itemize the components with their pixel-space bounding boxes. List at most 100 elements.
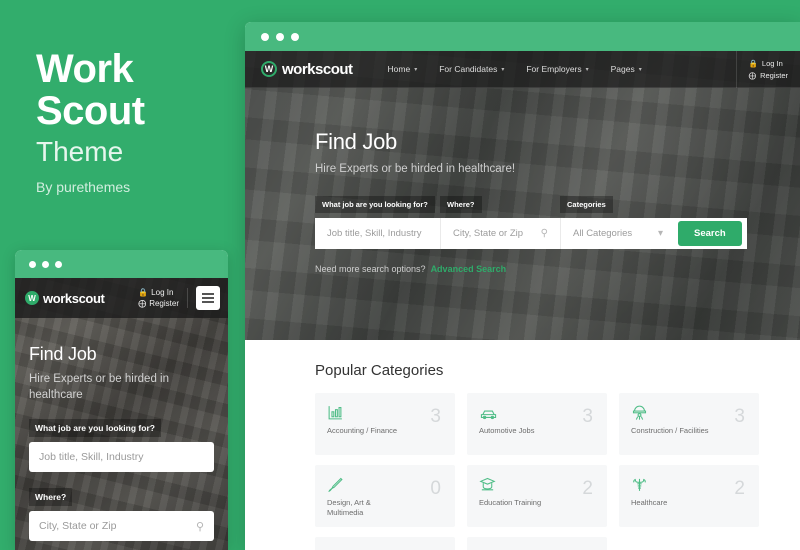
mobile-keyword-input[interactable]: Job title, Skill, Industry: [29, 442, 214, 472]
map-pin-icon[interactable]: ⚲: [541, 228, 548, 239]
advanced-search-row: Need more search options? Advanced Searc…: [245, 249, 800, 274]
mobile-location-placeholder: City, State or Zip: [39, 520, 117, 532]
promo-title-line-2: Scout: [36, 89, 145, 133]
category-card[interactable]: Automotive Jobs 3: [467, 393, 607, 455]
car-icon: [479, 404, 595, 421]
category-card[interactable]: Construction / Facilities 3: [619, 393, 759, 455]
mobile-menu-hamburger-icon[interactable]: [196, 286, 220, 310]
category-name: Healthcare: [631, 498, 668, 507]
category-count: 2: [734, 478, 745, 499]
keyword-input[interactable]: Job title, Skill, Industry: [315, 218, 440, 249]
category-card[interactable]: Restaurant / Food 2: [315, 537, 455, 550]
promo-subtitle: Theme: [36, 136, 124, 167]
lock-icon: 🔒: [138, 288, 149, 297]
keyword-field-label: What job are you looking for?: [315, 196, 435, 213]
mobile-register-link[interactable]: ⨁ Register: [138, 299, 179, 308]
workscout-mark-icon: W: [261, 61, 277, 77]
nav-item-pages[interactable]: Pages ▾: [600, 51, 653, 88]
category-count: 0: [430, 478, 441, 499]
window-dot-maximize-icon[interactable]: [291, 32, 299, 41]
category-select[interactable]: All Categories ▾: [560, 218, 675, 249]
nav-candidates-label: For Candidates: [439, 64, 498, 74]
hero-copy: Find Job Hire Experts or be hirded in he…: [245, 88, 800, 175]
hero-subheading: Hire Experts or be hirded in healthcare!: [315, 163, 516, 175]
window-dot-minimize-icon[interactable]: [276, 32, 284, 41]
category-field-group: Categories All Categories ▾: [560, 196, 675, 249]
category-name: Accounting / Finance: [327, 426, 398, 435]
mobile-login-link[interactable]: 🔒 Log In: [138, 288, 179, 297]
mobile-logo-text: workscout: [43, 290, 105, 306]
chevron-down-icon: ▾: [501, 66, 505, 73]
nav-item-for-employers[interactable]: For Employers ▾: [515, 51, 599, 88]
section-title: Popular Categories: [315, 362, 444, 379]
window-dot-maximize-icon[interactable]: [55, 260, 62, 268]
mobile-register-label: Register: [149, 299, 179, 308]
desktop-navbar: W workscout Home ▾ For Candidates ▾ For Em…: [245, 51, 800, 88]
mobile-location-label: Where?: [29, 488, 73, 506]
advanced-search-link[interactable]: Advanced Search: [431, 264, 507, 274]
main-menu: Home ▾ For Candidates ▾ For Employers ▾ Pag…: [377, 51, 653, 88]
search-button[interactable]: Search: [678, 221, 742, 246]
category-selected-value: All Categories: [573, 228, 633, 239]
desktop-auth-links: 🔒 Log In ⨁ Register: [735, 51, 800, 88]
chevron-down-icon: ▾: [638, 66, 642, 73]
category-count: 3: [582, 406, 593, 427]
location-input[interactable]: City, State or Zip ⚲: [440, 218, 560, 249]
register-label: Register: [760, 70, 788, 80]
search-button-wrap: Search: [675, 218, 747, 249]
job-search-form: What job are you looking for? Job title,…: [245, 175, 800, 249]
window-dot-close-icon[interactable]: [29, 260, 36, 268]
mobile-hero-photo: W workscout 🔒 Log In ⨁ Register Find Job H…: [15, 278, 228, 550]
page-title: Work Scout: [36, 48, 145, 132]
window-dot-minimize-icon[interactable]: [42, 260, 49, 268]
mobile-hero-heading: Find Job: [29, 344, 97, 364]
lock-icon: 🔒: [748, 58, 758, 68]
window-dot-close-icon[interactable]: [261, 32, 269, 41]
mobile-preview-window: W workscout 🔒 Log In ⨁ Register Find Job H…: [15, 250, 228, 550]
category-count: 3: [430, 406, 441, 427]
location-field-group: Where? City, State or Zip ⚲: [440, 196, 560, 249]
login-link[interactable]: 🔒 Log In: [749, 59, 788, 68]
promo-author: By purethemes: [36, 179, 131, 195]
category-name: Automotive Jobs: [479, 426, 535, 435]
category-card[interactable]: Accounting / Finance 3: [315, 393, 455, 455]
location-placeholder: City, State or Zip: [453, 228, 524, 239]
mobile-logo[interactable]: W workscout: [25, 290, 105, 306]
category-card[interactable]: Healthcare 2: [619, 465, 759, 527]
category-count: 2: [582, 478, 593, 499]
chart-bars-icon: [327, 404, 443, 421]
desktop-logo[interactable]: W workscout: [261, 61, 353, 78]
mobile-hero-copy: Find Job Hire Experts or be hirded in he…: [15, 318, 228, 541]
promo-title-line-1: Work: [36, 47, 134, 91]
desktop-hero-photo: W workscout Home ▾ For Candidates ▾ For Em…: [245, 51, 800, 340]
category-card[interactable]: Sales & Marketing 1: [467, 537, 607, 550]
chevron-down-icon: ▾: [585, 66, 589, 73]
nav-item-for-candidates[interactable]: For Candidates ▾: [428, 51, 515, 88]
mobile-login-label: Log In: [151, 288, 174, 297]
category-card[interactable]: Education Training 2: [467, 465, 607, 527]
map-pin-icon[interactable]: ⚲: [196, 520, 204, 533]
login-label: Log In: [761, 58, 783, 68]
caduceus-icon: [631, 476, 747, 493]
chevron-down-icon: ▾: [657, 228, 663, 239]
categories-grid: Accounting / Finance 3 Automotive Jobs 3…: [315, 393, 800, 550]
desktop-preview-window: W workscout Home ▾ For Candidates ▾ For Em…: [245, 22, 800, 550]
mobile-location-input[interactable]: City, State or Zip ⚲: [29, 511, 214, 541]
paint-brush-icon: [327, 476, 443, 493]
category-card[interactable]: Design, Art & Multimedia 0: [315, 465, 455, 527]
desktop-window-titlebar: [245, 22, 800, 51]
category-count: 3: [734, 406, 745, 427]
mobile-navbar: W workscout 🔒 Log In ⨁ Register: [15, 278, 228, 318]
graduation-cap-icon: [479, 476, 595, 493]
chevron-down-icon: ▾: [414, 66, 418, 73]
user-plus-icon: ⨁: [138, 299, 147, 308]
keyword-field-group: What job are you looking for? Job title,…: [315, 196, 440, 249]
user-plus-icon: ⨁: [748, 70, 757, 80]
category-name: Construction / Facilities: [631, 426, 709, 435]
hard-hat-worker-icon: [631, 404, 747, 421]
nav-item-home[interactable]: Home ▾: [377, 51, 429, 88]
screenshot-stage: Work Scout Theme By purethemes W worksco…: [0, 0, 800, 550]
popular-categories-section: Popular Categories Accounting / Finance …: [245, 340, 800, 550]
register-link[interactable]: ⨁ Register: [749, 71, 788, 80]
keyword-placeholder: Job title, Skill, Industry: [327, 228, 422, 239]
